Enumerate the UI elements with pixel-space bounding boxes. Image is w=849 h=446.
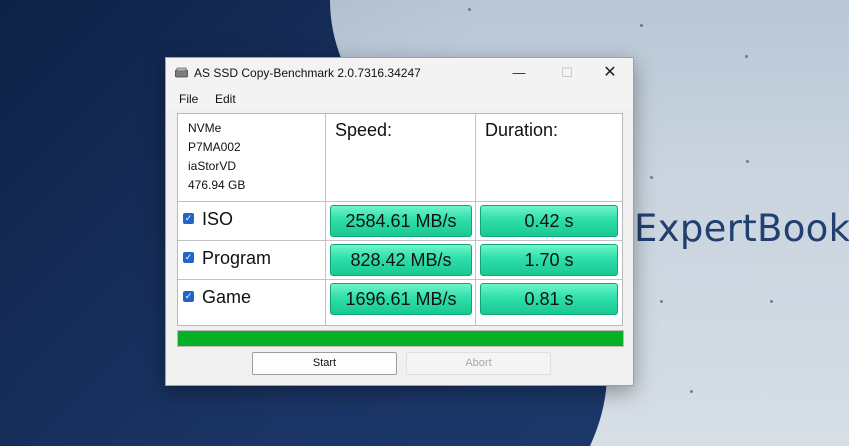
progress-fill — [178, 331, 623, 346]
row-program-label[interactable]: ✓ Program — [183, 248, 271, 269]
drive-info: NVMe P7MA002 iaStorVD 476.94 GB — [188, 119, 245, 195]
row-divider — [178, 201, 622, 202]
menu-edit[interactable]: Edit — [215, 92, 236, 106]
drive-app-icon — [175, 67, 188, 78]
abort-button[interactable]: Abort — [406, 352, 551, 375]
menu-bar: File Edit — [166, 88, 633, 110]
progress-bar — [177, 330, 624, 347]
program-speed-result: 828.42 MB/s — [330, 244, 472, 276]
column-divider — [475, 114, 476, 325]
speed-header: Speed: — [335, 120, 393, 140]
close-button[interactable]: ✕ — [587, 58, 633, 88]
maximize-button[interactable]: ☐ — [544, 58, 590, 88]
game-checkbox[interactable]: ✓ — [183, 290, 194, 302]
duration-header: Duration: — [485, 120, 559, 140]
wallpaper-dot — [650, 176, 653, 179]
column-divider — [325, 114, 326, 325]
minimize-button[interactable]: — — [496, 58, 542, 88]
wallpaper-dot — [746, 160, 749, 163]
wallpaper-dot — [770, 300, 773, 303]
iso-speed-result: 2584.61 MB/s — [330, 205, 472, 237]
title-bar[interactable]: AS SSD Copy-Benchmark 2.0.7316.34247 — ☐… — [166, 58, 633, 88]
drive-model: NVMe — [188, 121, 222, 135]
wallpaper-dot — [660, 300, 663, 303]
row-label-text: Game — [202, 287, 252, 307]
wallpaper-brand-text: ExpertBook — [634, 207, 849, 250]
game-duration-result: 0.81 s — [480, 283, 618, 315]
iso-duration-result: 0.42 s — [480, 205, 618, 237]
program-duration-result: 1.70 s — [480, 244, 618, 276]
drive-firmware: P7MA002 — [188, 140, 241, 154]
results-panel: NVMe P7MA002 iaStorVD 476.94 GB Speed: D… — [177, 113, 623, 326]
row-label-text: ISO — [202, 209, 234, 229]
row-divider — [178, 240, 622, 241]
wallpaper-dot — [745, 55, 748, 58]
row-iso-label[interactable]: ✓ ISO — [183, 209, 233, 230]
drive-driver: iaStorVD — [188, 159, 237, 173]
row-divider — [178, 279, 622, 280]
window-title: AS SSD Copy-Benchmark 2.0.7316.34247 — [194, 66, 421, 80]
wallpaper-dot — [468, 8, 471, 11]
menu-file[interactable]: File — [179, 92, 198, 106]
row-game-label[interactable]: ✓ Game — [183, 287, 251, 308]
drive-size: 476.94 GB — [188, 178, 246, 192]
iso-checkbox[interactable]: ✓ — [183, 212, 194, 224]
row-label-text: Program — [202, 248, 272, 268]
wallpaper-dot — [690, 390, 693, 393]
benchmark-window: AS SSD Copy-Benchmark 2.0.7316.34247 — ☐… — [165, 57, 634, 386]
wallpaper-dot — [640, 24, 643, 27]
start-button[interactable]: Start — [252, 352, 397, 375]
game-speed-result: 1696.61 MB/s — [330, 283, 472, 315]
program-checkbox[interactable]: ✓ — [183, 251, 194, 263]
